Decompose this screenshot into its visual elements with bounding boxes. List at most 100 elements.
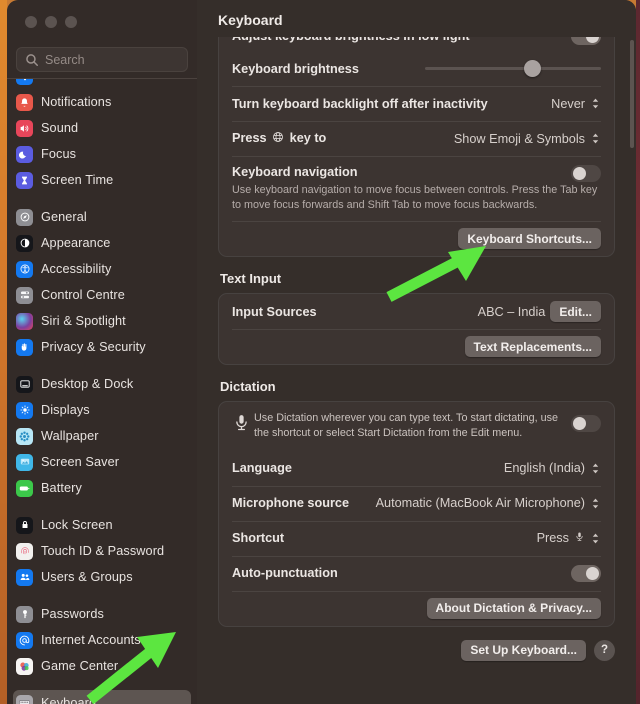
press-label-before: Press xyxy=(232,131,267,145)
close-button[interactable] xyxy=(25,16,37,28)
row-auto-punctuation[interactable]: Auto-punctuation xyxy=(219,556,614,591)
row-microphone-source[interactable]: Microphone source Automatic (MacBook Air… xyxy=(219,486,614,521)
sidebar-item-accessibility[interactable]: Accessibility xyxy=(13,256,191,282)
desktop-wallpaper-right xyxy=(636,0,640,704)
sidebar-item-desktop-dock[interactable]: Desktop & Dock xyxy=(13,371,191,397)
sidebar-item-touch-id[interactable]: Touch ID & Password xyxy=(13,538,191,564)
main-scroll[interactable]: Adjust keyboard brightness in low light … xyxy=(197,37,636,704)
popup-value: Press xyxy=(537,531,569,545)
chevron-updown-icon[interactable] xyxy=(590,529,601,547)
keyboard-navigation-toggle[interactable] xyxy=(571,165,601,182)
row-label: Microphone source xyxy=(232,496,376,510)
help-button[interactable]: ? xyxy=(594,640,615,661)
keyboard-shortcuts-row: Keyboard Shortcuts... xyxy=(219,221,614,256)
text-replacements-button[interactable]: Text Replacements... xyxy=(465,336,602,357)
chevron-updown-icon[interactable] xyxy=(590,130,601,148)
row-right: ABC – India Edit... xyxy=(478,301,601,322)
sidebar-item-control-centre[interactable]: Control Centre xyxy=(13,282,191,308)
siri-icon xyxy=(16,313,33,330)
sidebar-item-label: Appearance xyxy=(41,236,110,250)
sidebar-item-siri-spotlight[interactable]: Siri & Spotlight xyxy=(13,308,191,334)
sidebar-group-6: Keyboard xyxy=(7,690,197,704)
sidebar-item-label: Passwords xyxy=(41,607,104,621)
adjust-brightness-toggle[interactable] xyxy=(571,37,601,45)
row-press-globe-key[interactable]: Press key to Show Emoji & Symbols xyxy=(219,121,614,156)
sidebar-item-label: Displays xyxy=(41,403,90,417)
sidebar-item-battery[interactable]: Battery xyxy=(13,475,191,501)
sidebar-item-focus[interactable]: Focus xyxy=(13,141,191,167)
row-backlight-off-inactivity[interactable]: Turn keyboard backlight off after inacti… xyxy=(219,86,614,121)
sidebar-group-separator xyxy=(7,501,197,512)
slider-track xyxy=(425,67,601,70)
sidebar-group-5: Passwords Internet Accounts xyxy=(7,601,197,679)
sidebar-item-privacy-security[interactable]: Privacy & Security xyxy=(13,334,191,360)
popup-value: Never xyxy=(551,97,585,111)
sidebar-item-notifications[interactable]: Notifications xyxy=(13,89,191,115)
row-input-sources[interactable]: Input Sources ABC – India Edit... xyxy=(219,294,614,329)
slider-knob[interactable] xyxy=(524,60,541,77)
dictation-toggle[interactable] xyxy=(571,415,601,432)
row-right: Show Emoji & Symbols xyxy=(454,130,601,148)
sidebar-item-lock-screen[interactable]: Lock Screen xyxy=(13,512,191,538)
screenshot-root: Notifications Sound Focus xyxy=(0,0,640,704)
chevron-updown-icon[interactable] xyxy=(590,95,601,113)
sidebar-item-displays[interactable]: Displays xyxy=(13,397,191,423)
sidebar-item-users-groups[interactable]: Users & Groups xyxy=(13,564,191,590)
text-input-card: Input Sources ABC – India Edit... Text R… xyxy=(218,293,615,365)
maximize-button[interactable] xyxy=(65,16,77,28)
wallpaper-icon xyxy=(16,428,33,445)
touch-id-icon xyxy=(16,543,33,560)
row-keyboard-navigation[interactable]: Keyboard navigation xyxy=(219,156,614,187)
sidebar-item-passwords[interactable]: Passwords xyxy=(13,601,191,627)
sidebar-item-screen-saver[interactable]: Screen Saver xyxy=(13,449,191,475)
sidebar-scroll[interactable]: Notifications Sound Focus xyxy=(7,79,197,704)
chevron-updown-icon[interactable] xyxy=(590,494,601,512)
row-label: Turn keyboard backlight off after inacti… xyxy=(232,97,551,111)
row-label: Adjust keyboard brightness in low light xyxy=(232,37,571,43)
search-box[interactable] xyxy=(16,47,188,72)
sidebar-item-keyboard[interactable]: Keyboard xyxy=(13,690,191,704)
sidebar-group-1: Notifications Sound Focus xyxy=(7,89,197,193)
sidebar-list: Notifications Sound Focus xyxy=(7,79,197,704)
appearance-icon xyxy=(16,235,33,252)
row-right: Press xyxy=(537,529,601,547)
row-right xyxy=(571,37,601,45)
row-keyboard-brightness[interactable]: Keyboard brightness xyxy=(219,51,614,86)
sidebar-item-screen-time[interactable]: Screen Time xyxy=(13,167,191,193)
minimize-button[interactable] xyxy=(45,16,57,28)
sidebar-item-sound[interactable]: Sound xyxy=(13,115,191,141)
main-panel: Keyboard Adjust keyboard brightness in l… xyxy=(197,0,636,704)
row-adjust-brightness-low-light[interactable]: Adjust keyboard brightness in low light xyxy=(219,37,614,51)
privacy-icon xyxy=(16,339,33,356)
sidebar-item-game-center[interactable]: Game Center xyxy=(13,653,191,679)
about-dictation-privacy-button[interactable]: About Dictation & Privacy... xyxy=(427,598,601,619)
row-right: Never xyxy=(551,95,601,113)
sidebar-group-2: General Appearance Accessi xyxy=(7,204,197,360)
row-dictation-language[interactable]: Language English (India) xyxy=(219,451,614,486)
keyboard-brightness-slider[interactable] xyxy=(425,60,601,77)
search-input[interactable] xyxy=(45,48,183,71)
main-scrollbar[interactable] xyxy=(630,40,634,148)
sidebar-item-clipped-top[interactable] xyxy=(7,79,197,89)
row-right: English (India) xyxy=(504,459,601,477)
sidebar-item-label: Lock Screen xyxy=(41,518,113,532)
game-center-icon xyxy=(16,658,33,675)
microphone-icon xyxy=(232,413,254,437)
edit-input-sources-button[interactable]: Edit... xyxy=(550,301,601,322)
keyboard-shortcuts-button[interactable]: Keyboard Shortcuts... xyxy=(458,228,601,249)
sidebar-item-internet-accounts[interactable]: Internet Accounts xyxy=(13,627,191,653)
sidebar-item-appearance[interactable]: Appearance xyxy=(13,230,191,256)
row-label: Shortcut xyxy=(232,531,537,545)
auto-punctuation-toggle[interactable] xyxy=(571,565,601,582)
screen-time-icon xyxy=(16,172,33,189)
sidebar-item-label: Desktop & Dock xyxy=(41,377,133,391)
row-dictation-shortcut[interactable]: Shortcut Press xyxy=(219,521,614,556)
general-icon xyxy=(16,209,33,226)
dictation-description: Use Dictation wherever you can type text… xyxy=(254,411,571,441)
sidebar-item-general[interactable]: General xyxy=(13,204,191,230)
set-up-keyboard-button[interactable]: Set Up Keyboard... xyxy=(461,640,586,661)
sidebar-item-wallpaper[interactable]: Wallpaper xyxy=(13,423,191,449)
displays-icon xyxy=(16,402,33,419)
chevron-updown-icon[interactable] xyxy=(590,459,601,477)
sidebar-item-label: Screen Time xyxy=(41,173,113,187)
